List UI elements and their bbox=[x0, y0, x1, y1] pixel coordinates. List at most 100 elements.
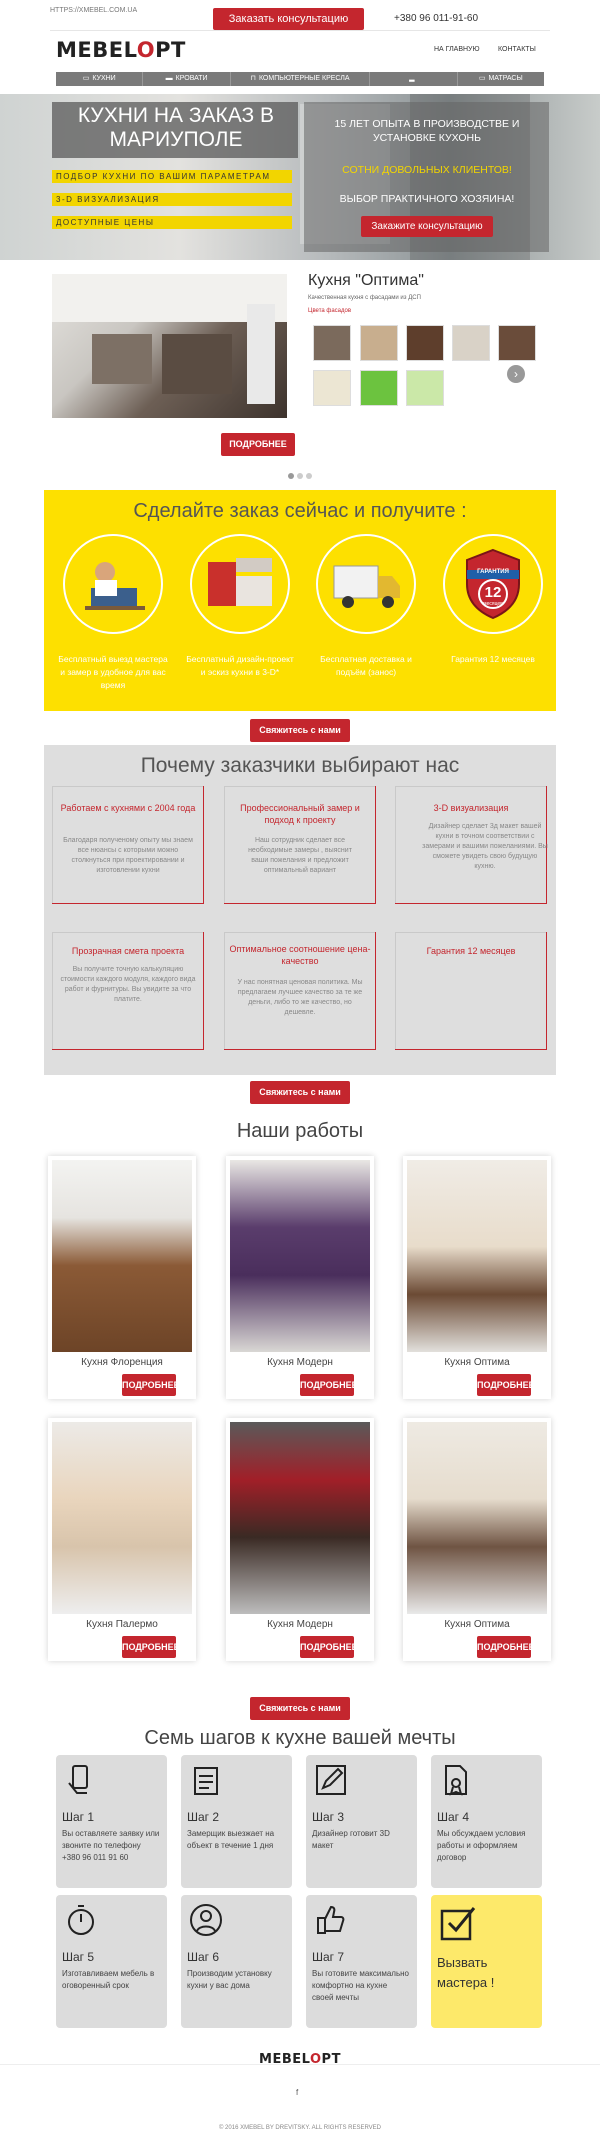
work-more-button[interactable]: ПОДРОБНЕЕ bbox=[300, 1636, 358, 1658]
logo[interactable]: MEBELOPT bbox=[56, 38, 186, 62]
color-swatch[interactable] bbox=[452, 325, 490, 361]
step-card: Шаг 2 Замерщик выезжает на объект в тече… bbox=[181, 1755, 292, 1888]
why-item-desc: Дизайнер сделает 3д макет вашей кухни в … bbox=[422, 823, 548, 870]
work-more-button[interactable]: ПОДРОБНЕЕ bbox=[477, 1636, 535, 1658]
contact-us-button[interactable]: Свяжитесь с нами bbox=[250, 1081, 350, 1104]
slider-dot[interactable] bbox=[306, 473, 312, 479]
offer-item-text: Гарантия 12 месяцев bbox=[451, 654, 535, 664]
offer-item-text: Бесплатная доставка и подъём (занос) bbox=[320, 654, 412, 677]
product-title: Кухня "Оптима" bbox=[308, 272, 424, 289]
bed-icon: ▬ bbox=[165, 75, 173, 82]
why-item-desc: Благодаря полученому опыту мы знаем все … bbox=[63, 837, 193, 874]
copyright: © 2016 XMEBEL BY DREVITSKY. ALL RIGHTS R… bbox=[218, 2125, 382, 2131]
work-more-button[interactable]: ПОДРОБНЕЕ bbox=[300, 1374, 358, 1396]
product-more-button[interactable]: ПОДРОБНЕЕ bbox=[221, 433, 295, 456]
category-mattresses[interactable]: ▭ МАТРАСЫ bbox=[458, 72, 544, 86]
offer-item-text: Бесплатный выезд мастера и замер в удобн… bbox=[58, 654, 168, 690]
work-photo bbox=[52, 1160, 192, 1352]
truck-icon bbox=[316, 534, 416, 634]
contact-us-button[interactable]: Свяжитесь с нами bbox=[250, 1697, 350, 1720]
call-master-button[interactable]: Вызвать мастера ! bbox=[431, 1895, 542, 2028]
color-swatch[interactable] bbox=[360, 325, 398, 361]
hero-feature-2: 3-D ВИЗУАЛИЗАЦИЯ bbox=[52, 193, 292, 206]
category-bar: ▭ КУХНИ ▬ КРОВАТИ ⊓ КОМПЬЮТЕРНЫЕ КРЕСЛА ▂ ▭… bbox=[56, 72, 544, 86]
clipboard-icon bbox=[194, 1767, 218, 1795]
thumbs-up-icon bbox=[317, 1905, 345, 1934]
color-swatch[interactable] bbox=[313, 370, 351, 406]
why-item-title: Прозрачная смета проекта bbox=[71, 946, 185, 956]
nav-home-link[interactable]: НА ГЛАВНУЮ bbox=[434, 46, 480, 53]
stopwatch-icon bbox=[68, 1905, 94, 1935]
category-beds[interactable]: ▬ КРОВАТИ bbox=[143, 72, 231, 86]
why-item-title: 3-D визуализация bbox=[433, 803, 509, 813]
work-name: Кухня Модерн bbox=[267, 1357, 333, 1368]
why-item-title: Оптимальное соотношение цена-качество bbox=[229, 944, 371, 966]
offer-item-text: Бесплатный дизайн-проект и эскиз кухни в… bbox=[186, 654, 294, 677]
work-more-button[interactable]: ПОДРОБНЕЕ bbox=[122, 1636, 180, 1658]
work-more-button[interactable]: ПОДРОБНЕЕ bbox=[477, 1374, 535, 1396]
order-consultation-button[interactable]: Заказать консультацию bbox=[213, 8, 364, 30]
hero-feature-3: ДОСТУПНЫЕ ЦЕНЫ bbox=[52, 216, 292, 229]
sofa-icon: ▂ bbox=[409, 75, 415, 82]
color-swatch[interactable] bbox=[498, 325, 536, 361]
badge-bottom-text: месяцев bbox=[483, 601, 503, 607]
step-card: Шаг 1 Вы оставляете заявку или звоните п… bbox=[56, 1755, 167, 1888]
step-title: Шаг 2 bbox=[187, 1810, 220, 1824]
color-swatch[interactable] bbox=[360, 370, 398, 406]
site-url: HTTPS://XMEBEL.COM.UA bbox=[50, 7, 138, 14]
kitchen-optima-photo bbox=[52, 274, 287, 418]
mattress-icon: ▭ bbox=[478, 75, 486, 82]
hero-clients: СОТНИ ДОВОЛЬНЫХ КЛИЕНТОВ! bbox=[342, 164, 512, 176]
category-kitchens[interactable]: ▭ КУХНИ bbox=[56, 72, 144, 86]
work-name: Кухня Палермо bbox=[86, 1619, 158, 1630]
worker-icon bbox=[63, 534, 163, 634]
step-title: Шаг 7 bbox=[312, 1950, 345, 1964]
step-card: Шаг 6 Производим установку кухни у вас д… bbox=[181, 1895, 292, 2028]
footer-logo[interactable]: MEBELOPT bbox=[0, 2052, 600, 2067]
step-desc: Производим установку кухни у вас дома bbox=[187, 1969, 272, 1990]
badge-number: 12 bbox=[484, 584, 502, 601]
why-item-desc: У нас понятная ценовая политика. Мы пред… bbox=[237, 979, 363, 1016]
nav-contacts-link[interactable]: КОНТАКТЫ bbox=[498, 46, 536, 53]
product-subtitle: Качественная кухня с фасадами из ДСП bbox=[308, 295, 421, 301]
badge-top-text: ГАРАНТИЯ bbox=[477, 569, 509, 575]
work-name: Кухня Модерн bbox=[267, 1619, 333, 1630]
step-card: Шаг 4 Мы обсуждаем условия работы и офор… bbox=[431, 1755, 542, 1888]
work-more-button[interactable]: ПОДРОБНЕЕ bbox=[122, 1374, 180, 1396]
why-us-title: Почему заказчики выбирают нас bbox=[140, 754, 460, 777]
contract-icon bbox=[445, 1765, 467, 1796]
step-card: Шаг 3 Дизайнер готовит 3D макет bbox=[306, 1755, 417, 1888]
work-photo bbox=[230, 1422, 370, 1614]
color-swatch[interactable] bbox=[406, 325, 444, 361]
step-desc: Изготавливаем мебель в оговоренный срок bbox=[62, 1969, 155, 1990]
category-sofas[interactable]: ▂ bbox=[370, 72, 458, 86]
contact-us-button[interactable]: Свяжитесь с нами bbox=[250, 719, 350, 742]
slider-dot[interactable] bbox=[288, 473, 294, 479]
hero-feature-1: ПОДБОР КУХНИ ПО ВАШИМ ПАРАМЕТРАМ bbox=[52, 170, 292, 183]
hero-choice: ВЫБОР ПРАКТИЧНОГО ХОЗЯИНА! bbox=[339, 193, 515, 205]
step-card: Шаг 7 Вы готовите максимально комфортно … bbox=[306, 1895, 417, 2028]
step-title: Шаг 6 bbox=[187, 1950, 220, 1964]
why-item-desc: Вы получите точную калькуляцию стоимости… bbox=[60, 966, 196, 1003]
why-item-title: Гарантия 12 месяцев bbox=[426, 946, 516, 956]
work-photo bbox=[230, 1160, 370, 1352]
hero-title: КУХНИ НА ЗАКАЗ В МАРИУПОЛЕ bbox=[77, 104, 275, 151]
color-swatch[interactable] bbox=[406, 370, 444, 406]
category-computer-chairs[interactable]: ⊓ КОМПЬЮТЕРНЫЕ КРЕСЛА bbox=[231, 72, 371, 86]
work-photo bbox=[407, 1422, 547, 1614]
offer-title: Сделайте заказ сейчас и получите : bbox=[133, 500, 467, 522]
work-photo bbox=[52, 1422, 192, 1614]
slider-dot[interactable] bbox=[297, 473, 303, 479]
step-title: Шаг 3 bbox=[312, 1810, 345, 1824]
order-consultation-hero-button[interactable]: Закажите консультацию bbox=[361, 216, 493, 237]
phone-number[interactable]: +380 96 011-91-60 bbox=[394, 13, 478, 24]
work-name: Кухня Оптима bbox=[444, 1357, 510, 1368]
call-master-label: Вызвать мастера ! bbox=[437, 1955, 495, 1990]
slider-next-arrow-icon[interactable]: › bbox=[507, 365, 525, 383]
facade-colors-link[interactable]: Цвета фасадов bbox=[308, 308, 351, 314]
facebook-icon[interactable]: f bbox=[296, 2088, 298, 2097]
work-photo bbox=[407, 1160, 547, 1352]
why-item-title: Профессиональный замер и подход к проект… bbox=[240, 803, 360, 825]
kitchen-icon: ▭ bbox=[82, 75, 90, 82]
color-swatch[interactable] bbox=[313, 325, 351, 361]
